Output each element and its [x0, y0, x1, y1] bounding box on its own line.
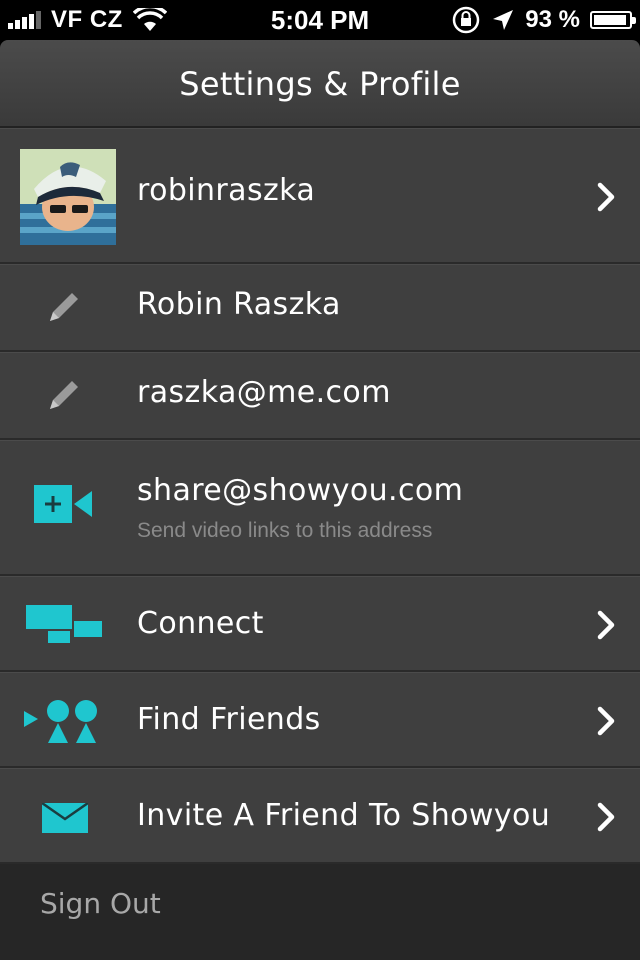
- chevron-right-icon: [597, 610, 615, 640]
- email-row[interactable]: raszka@me.com: [0, 352, 640, 440]
- battery-icon: [590, 11, 636, 29]
- people-icon: [24, 700, 97, 743]
- settings-list: robinraszka Robin Raszka raszka@me.com s…: [0, 128, 640, 864]
- email-field: raszka@me.com: [137, 375, 391, 410]
- avatar-image: [20, 149, 116, 245]
- location-icon: [493, 10, 514, 30]
- avatar: [20, 149, 116, 245]
- status-right: 93 %: [441, 0, 636, 40]
- status-bar: VF CZ 5:04 PM 93 %: [0, 0, 640, 40]
- sign-out-button[interactable]: Sign Out: [40, 864, 161, 944]
- chevron-right-icon: [597, 802, 615, 832]
- invite-label: Invite A Friend To Showyou: [137, 798, 551, 833]
- connect-screens-icon: [26, 605, 102, 643]
- nav-bar: Settings & Profile: [0, 40, 640, 128]
- battery-percent: 93 %: [525, 6, 580, 33]
- pencil-icon: [50, 293, 78, 321]
- chevron-right-icon: [597, 706, 615, 736]
- full-name-field: Robin Raszka: [137, 287, 341, 322]
- rotation-lock-icon: [453, 6, 480, 34]
- name-row[interactable]: Robin Raszka: [0, 264, 640, 352]
- share-row[interactable]: share@showyou.com Send video links to th…: [0, 440, 640, 576]
- video-add-icon: [34, 485, 92, 523]
- connect-label: Connect: [137, 606, 264, 641]
- find-friends-row[interactable]: Find Friends: [0, 672, 640, 768]
- share-email-hint: Send video links to this address: [137, 519, 433, 542]
- chevron-right-icon: [597, 182, 615, 212]
- envelope-icon: [42, 803, 88, 833]
- share-email-address: share@showyou.com: [137, 473, 464, 508]
- profile-username: robinraszka: [137, 173, 316, 208]
- find-friends-label: Find Friends: [137, 702, 321, 737]
- pencil-icon: [50, 381, 78, 409]
- profile-row[interactable]: robinraszka: [0, 128, 640, 264]
- invite-row[interactable]: Invite A Friend To Showyou: [0, 768, 640, 864]
- footer-bar: Sign Out: [0, 864, 640, 960]
- page-title: Settings & Profile: [179, 65, 461, 103]
- battery-fill: [594, 15, 626, 25]
- connect-row[interactable]: Connect: [0, 576, 640, 672]
